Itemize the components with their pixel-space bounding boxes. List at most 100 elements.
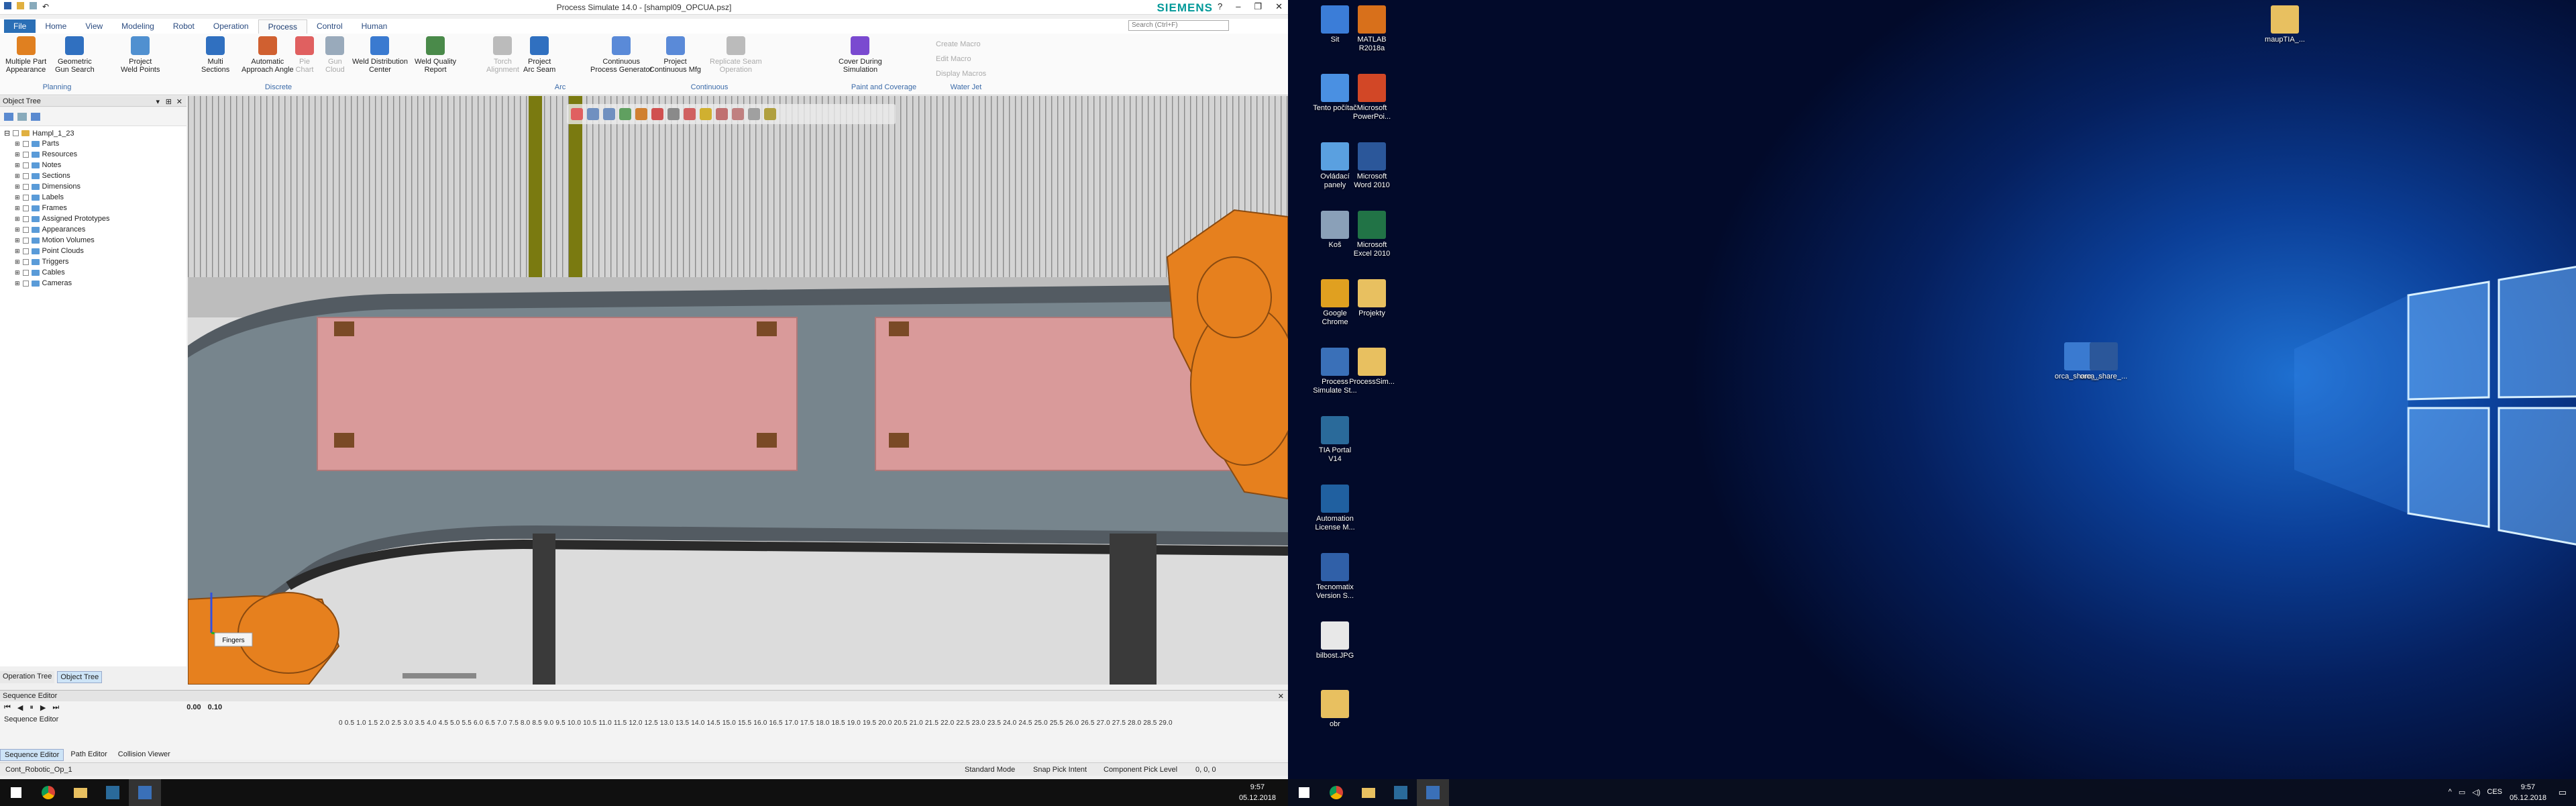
visibility-checkbox[interactable] xyxy=(22,151,29,158)
macro-command[interactable]: Create Macro xyxy=(936,40,981,48)
visibility-checkbox[interactable] xyxy=(22,258,29,265)
render-mode-icon[interactable] xyxy=(651,108,663,120)
visibility-checkbox[interactable] xyxy=(22,280,29,287)
chrome-icon[interactable] xyxy=(32,779,64,806)
view-orientation-icon[interactable] xyxy=(635,108,647,120)
process-simulate-icon[interactable] xyxy=(129,779,161,806)
tab-home[interactable]: Home xyxy=(36,19,76,33)
marker-icon[interactable] xyxy=(748,108,760,120)
tab-operation[interactable]: Operation xyxy=(204,19,258,33)
visibility-checkbox[interactable] xyxy=(22,194,29,201)
annotation-icon[interactable] xyxy=(764,108,776,120)
visibility-checkbox[interactable] xyxy=(22,226,29,233)
tree-item[interactable]: ⊞ Resources xyxy=(15,150,77,158)
tree-item[interactable]: ⊞ Sections xyxy=(15,172,70,180)
ribbon-button-11[interactable]: Continuous Process Generator xyxy=(590,36,652,74)
visibility-checkbox[interactable] xyxy=(22,269,29,276)
expand-icon[interactable]: ⊞ xyxy=(15,140,20,148)
time-field[interactable]: 0.00 xyxy=(186,703,201,711)
ribbon-button-1[interactable]: Geometric Gun Search xyxy=(55,36,95,74)
maximize-button[interactable]: ❐ xyxy=(1254,1,1262,12)
ribbon-button-14[interactable]: Cover During Simulation xyxy=(839,36,882,74)
macro-command[interactable]: Display Macros xyxy=(936,70,986,78)
expand-icon[interactable]: ⊟ xyxy=(4,129,10,138)
tab-collision-viewer[interactable]: Collision Viewer xyxy=(114,749,174,761)
visibility-checkbox[interactable] xyxy=(22,248,29,254)
tree-item[interactable]: ⊞ Cameras xyxy=(15,279,72,287)
volume-icon[interactable]: ◁) xyxy=(2472,788,2480,797)
zoom-to-fit-icon[interactable] xyxy=(571,108,583,120)
tree-item[interactable]: ⊞ Triggers xyxy=(15,258,68,266)
standard-mode[interactable]: Standard Mode xyxy=(965,766,1015,774)
tia-portal-icon[interactable] xyxy=(1385,779,1417,806)
ribbon-button-5[interactable]: Pie Chart xyxy=(295,36,314,74)
macro-command[interactable]: Edit Macro xyxy=(936,55,971,63)
desktop-icon[interactable]: Microsoft PowerPoi... xyxy=(1348,74,1396,121)
tree-item[interactable]: ⊞ Labels xyxy=(15,193,64,201)
tab-robot[interactable]: Robot xyxy=(164,19,204,33)
expand-icon[interactable]: ⊞ xyxy=(15,269,20,276)
expand-icon[interactable]: ⊞ xyxy=(15,151,20,158)
panel-close-icon[interactable]: ✕ xyxy=(1278,692,1284,701)
expand-icon[interactable]: ⊞ xyxy=(15,258,20,266)
desktop-icon[interactable]: Microsoft Excel 2010 xyxy=(1348,211,1396,258)
expand-icon[interactable]: ⊞ xyxy=(15,183,20,191)
minimize-button[interactable]: – xyxy=(1236,1,1240,12)
tree-item[interactable]: ⊞ Cables xyxy=(15,268,65,276)
tree-filter-icon[interactable] xyxy=(4,113,13,121)
component-pick-level[interactable]: Component Pick Level xyxy=(1104,766,1177,774)
expand-icon[interactable]: ⊞ xyxy=(15,280,20,287)
tab-object-tree[interactable]: Object Tree xyxy=(57,671,103,683)
snap-icon[interactable] xyxy=(716,108,728,120)
desktop-icon[interactable]: maupTIA_... xyxy=(2261,5,2309,44)
ribbon-button-2[interactable]: Project Weld Points xyxy=(121,36,160,74)
tree-root[interactable]: ⊟ Hampl_1_23 xyxy=(4,129,74,138)
expand-icon[interactable]: ⊞ xyxy=(15,172,20,180)
tab-operation-tree[interactable]: Operation Tree xyxy=(0,671,55,683)
ribbon-button-7[interactable]: Weld Distribution Center xyxy=(352,36,408,74)
expand-icon[interactable]: ⊞ xyxy=(15,162,20,169)
expand-icon[interactable]: ⊞ xyxy=(15,248,20,255)
desktop-icon[interactable]: Microsoft Word 2010 xyxy=(1348,142,1396,190)
panel-close-icon[interactable]: ✕ xyxy=(176,97,182,106)
section-icon[interactable] xyxy=(684,108,696,120)
language-indicator[interactable]: CES xyxy=(2487,788,2502,797)
desktop-icon[interactable]: MATLAB R2018a xyxy=(1348,5,1396,53)
desktop-icon[interactable]: TIA Portal V14 xyxy=(1311,416,1359,464)
tree-item[interactable]: ⊞ Appearances xyxy=(15,225,85,234)
tree-item[interactable]: ⊞ Motion Volumes xyxy=(15,236,95,244)
tab-sequence-editor[interactable]: Sequence Editor xyxy=(0,749,64,761)
ribbon-button-3[interactable]: Multi Sections xyxy=(201,36,229,74)
ribbon-button-13[interactable]: Replicate Seam Operation xyxy=(710,36,762,74)
process-simulate-icon[interactable] xyxy=(1417,779,1449,806)
tab-view[interactable]: View xyxy=(76,19,112,33)
ribbon-button-0[interactable]: Multiple Part Appearance xyxy=(5,36,46,74)
ribbon-button-9[interactable]: Torch Alignment xyxy=(486,36,519,74)
step-back-icon[interactable]: ◀ xyxy=(17,703,23,712)
expand-icon[interactable]: ⊞ xyxy=(15,194,20,201)
file-explorer-icon[interactable] xyxy=(1352,779,1385,806)
pause-icon[interactable]: ⏸ xyxy=(30,703,34,712)
measure-icon[interactable] xyxy=(732,108,744,120)
selection-icon[interactable] xyxy=(667,108,680,120)
visibility-checkbox[interactable] xyxy=(22,162,29,168)
file-explorer-icon[interactable] xyxy=(64,779,97,806)
ribbon-button-4[interactable]: Automatic Approach Angle xyxy=(241,36,294,74)
chrome-icon[interactable] xyxy=(1320,779,1352,806)
tab-file[interactable]: File xyxy=(4,19,36,33)
desktop-icon[interactable]: orca_share_... xyxy=(2080,342,2128,381)
tab-human[interactable]: Human xyxy=(352,19,397,33)
tree-item[interactable]: ⊞ Assigned Prototypes xyxy=(15,215,109,223)
close-button[interactable]: ✕ xyxy=(1275,1,1283,12)
visibility-checkbox[interactable] xyxy=(22,140,29,147)
desktop-icon[interactable]: Tecnomatix Version S... xyxy=(1311,553,1359,601)
expand-icon[interactable]: ⊞ xyxy=(15,205,20,212)
desktop-icon[interactable]: obr xyxy=(1311,690,1359,729)
search-input[interactable]: Search (Ctrl+F) xyxy=(1128,20,1229,31)
visibility-checkbox[interactable] xyxy=(22,172,29,179)
visibility-checkbox[interactable] xyxy=(22,237,29,244)
ribbon-button-8[interactable]: Weld Quality Report xyxy=(415,36,456,74)
tree-item[interactable]: ⊞ Frames xyxy=(15,204,67,212)
visibility-checkbox[interactable] xyxy=(22,215,29,222)
panel-pin-icon[interactable]: ⊞ xyxy=(166,97,172,106)
